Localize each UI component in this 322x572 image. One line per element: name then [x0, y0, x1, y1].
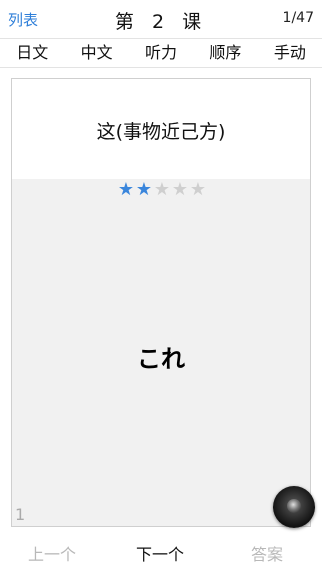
next-button[interactable]: 下一个: [136, 541, 184, 565]
answer-button[interactable]: 答案: [251, 541, 283, 565]
bottom-nav: 上一个 下一个 答案: [0, 530, 322, 572]
card-counter: 1/47: [282, 10, 314, 26]
tab-order[interactable]: 顺序: [193, 39, 257, 67]
header: 列表 第 2 课 1/47: [0, 0, 322, 38]
difficulty-rating[interactable]: ★ ★ ★ ★ ★: [117, 181, 207, 201]
star-icon[interactable]: ★: [117, 181, 135, 199]
card-meaning: 这(事物近己方): [96, 121, 226, 143]
star-icon[interactable]: ★: [189, 181, 207, 199]
tab-manual[interactable]: 手动: [258, 39, 322, 67]
speaker-cone: [287, 499, 301, 513]
tab-japanese[interactable]: 日文: [0, 39, 64, 67]
flash-card[interactable]: 这(事物近己方) ★ ★ ★ ★ ★ これ 1: [11, 78, 311, 527]
star-icon[interactable]: ★: [171, 181, 189, 199]
tab-chinese[interactable]: 中文: [64, 39, 128, 67]
mode-tabs: 日文 中文 听力 顺序 手动: [0, 38, 322, 68]
card-word: これ: [137, 345, 185, 373]
page-title: 第 2 课: [114, 11, 208, 33]
star-icon[interactable]: ★: [135, 181, 153, 199]
previous-button[interactable]: 上一个: [28, 541, 76, 565]
card-index: 1: [15, 505, 26, 524]
star-icon[interactable]: ★: [153, 181, 171, 199]
tab-listening[interactable]: 听力: [129, 39, 193, 67]
card-meaning-area: 这(事物近己方): [12, 79, 310, 179]
speaker-icon[interactable]: [273, 486, 315, 528]
